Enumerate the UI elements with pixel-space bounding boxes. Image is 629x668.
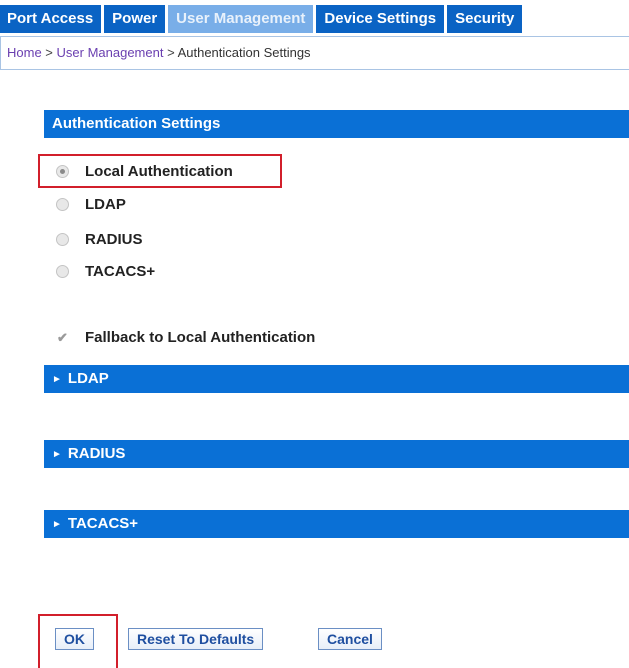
- radio-tacacs[interactable]: TACACS+: [56, 260, 155, 282]
- tab-port-access[interactable]: Port Access: [0, 5, 102, 33]
- authentication-settings-title: Authentication Settings: [52, 115, 221, 132]
- radio-button-icon[interactable]: [56, 197, 69, 211]
- radio-label: RADIUS: [85, 230, 143, 248]
- breadcrumb-separator: >: [163, 45, 178, 60]
- checkbox-checked-icon[interactable]: ✔: [56, 331, 69, 344]
- radio-label: TACACS+: [85, 262, 156, 280]
- radio-button-selected-icon[interactable]: [56, 164, 69, 178]
- expand-arrow-icon: ►: [52, 449, 62, 460]
- tab-user-management[interactable]: User Management: [168, 5, 314, 33]
- radius-section-header[interactable]: ► RADIUS: [44, 440, 629, 468]
- breadcrumb-user-management-link[interactable]: User Management: [57, 45, 164, 60]
- authentication-settings-header: Authentication Settings: [44, 110, 629, 138]
- expand-arrow-icon: ►: [52, 374, 62, 385]
- checkbox-label: Fallback to Local Authentication: [85, 328, 316, 346]
- tab-security[interactable]: Security: [447, 5, 523, 33]
- breadcrumb-home-link[interactable]: Home: [7, 45, 42, 60]
- radio-button-icon[interactable]: [56, 264, 69, 278]
- breadcrumb: Home > User Management > Authentication …: [0, 36, 629, 70]
- radio-ldap[interactable]: LDAP: [56, 193, 126, 215]
- radio-radius[interactable]: RADIUS: [56, 228, 143, 250]
- tab-device-settings[interactable]: Device Settings: [316, 5, 445, 33]
- ldap-section-header[interactable]: ► LDAP: [44, 365, 629, 393]
- section-label: LDAP: [67, 370, 109, 387]
- radio-label: Local Authentication: [85, 162, 233, 180]
- expand-arrow-icon: ►: [52, 519, 62, 530]
- cancel-button[interactable]: Cancel: [318, 628, 382, 650]
- ok-button[interactable]: OK: [55, 628, 94, 650]
- breadcrumb-current: Authentication Settings: [177, 45, 311, 60]
- section-label: RADIUS: [67, 445, 126, 462]
- tacacs-section-header[interactable]: ► TACACS+: [44, 510, 629, 538]
- tab-power[interactable]: Power: [104, 5, 166, 33]
- fallback-local-auth-checkbox[interactable]: ✔ Fallback to Local Authentication: [56, 326, 315, 348]
- section-label: TACACS+: [67, 515, 139, 532]
- main-nav-tabs: Port Access Power User Management Device…: [0, 0, 629, 33]
- reset-to-defaults-button[interactable]: Reset To Defaults: [128, 628, 264, 650]
- radio-local-authentication[interactable]: Local Authentication: [56, 160, 233, 182]
- breadcrumb-separator: >: [41, 45, 57, 60]
- radio-button-icon[interactable]: [56, 232, 69, 246]
- radio-label: LDAP: [85, 195, 126, 213]
